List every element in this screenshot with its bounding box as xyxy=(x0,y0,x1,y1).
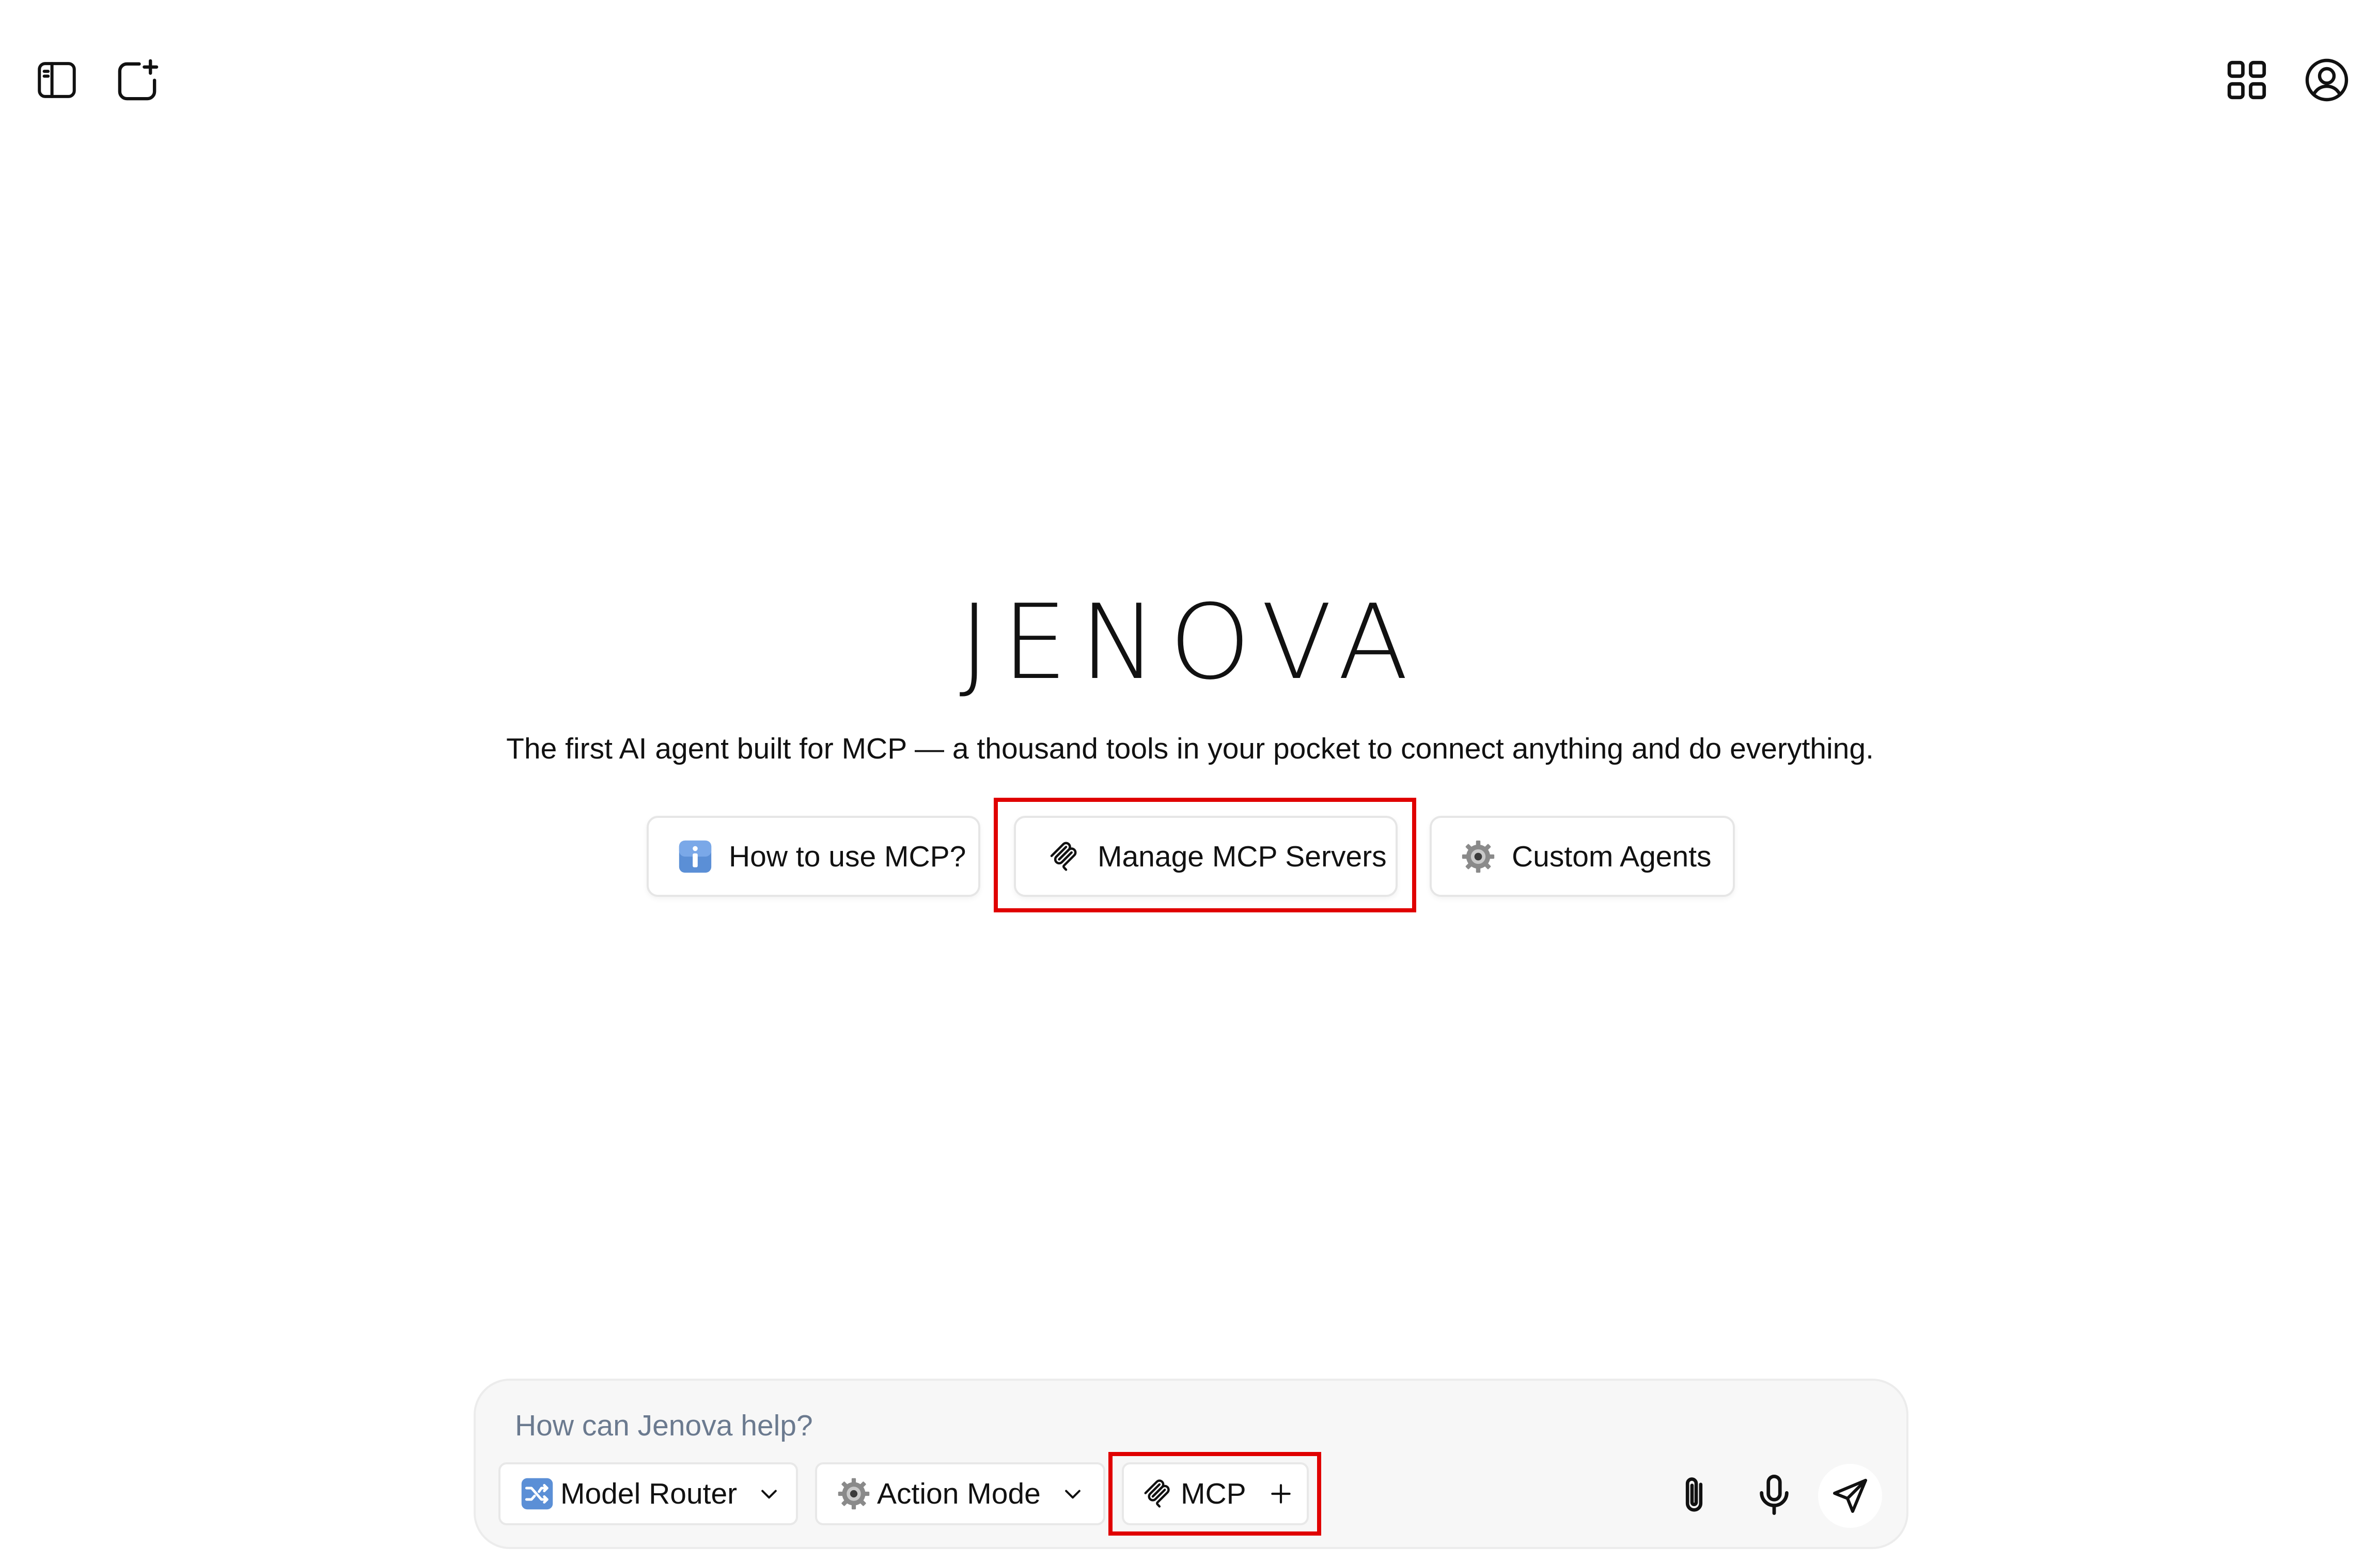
gear-icon xyxy=(1460,839,1496,875)
action-mode-label: Action Mode xyxy=(877,1477,1041,1510)
chevron-down-icon xyxy=(1061,1482,1084,1505)
sidebar-toggle-button[interactable] xyxy=(28,52,85,108)
mcp-icon xyxy=(1139,1476,1176,1512)
info-icon xyxy=(677,839,713,875)
new-chat-icon xyxy=(113,56,162,105)
chip-label: Manage MCP Servers xyxy=(1098,840,1387,873)
mcp-button[interactable]: MCP xyxy=(1122,1462,1309,1525)
mcp-icon xyxy=(1046,839,1082,875)
attach-button[interactable] xyxy=(1666,1466,1723,1523)
account-icon xyxy=(2302,55,2352,105)
manage-mcp-servers-button[interactable]: Manage MCP Servers xyxy=(1014,816,1398,897)
send-icon xyxy=(1829,1475,1871,1516)
shuffle-icon xyxy=(519,1476,555,1512)
gear-icon xyxy=(836,1476,872,1512)
prompt-input[interactable] xyxy=(514,1404,1446,1447)
chip-label: Custom Agents xyxy=(1512,840,1712,873)
chip-label: How to use MCP? xyxy=(729,840,966,873)
model-router-label: Model Router xyxy=(560,1477,738,1510)
chevron-down-icon xyxy=(758,1482,780,1505)
apps-grid-icon xyxy=(2224,57,2270,103)
send-button[interactable] xyxy=(1818,1464,1882,1528)
action-mode-selector[interactable]: Action Mode xyxy=(815,1462,1105,1525)
brand-wordmark: JENOVA xyxy=(959,582,1421,703)
microphone-button[interactable] xyxy=(1743,1464,1805,1526)
new-chat-button[interactable] xyxy=(106,49,168,111)
custom-agents-button[interactable]: Custom Agents xyxy=(1430,816,1735,897)
how-to-use-mcp-button[interactable]: How to use MCP? xyxy=(647,816,980,897)
tagline: The first AI agent built for MCP — a tho… xyxy=(506,732,1874,765)
plus-icon xyxy=(1268,1481,1294,1507)
apps-grid-button[interactable] xyxy=(2218,49,2275,111)
account-button[interactable] xyxy=(2296,49,2358,111)
mcp-label: MCP xyxy=(1181,1477,1246,1510)
attach-icon xyxy=(1671,1472,1717,1518)
model-router-selector[interactable]: Model Router xyxy=(498,1462,798,1525)
microphone-icon xyxy=(1751,1472,1797,1518)
sidebar-toggle-icon xyxy=(34,57,80,103)
